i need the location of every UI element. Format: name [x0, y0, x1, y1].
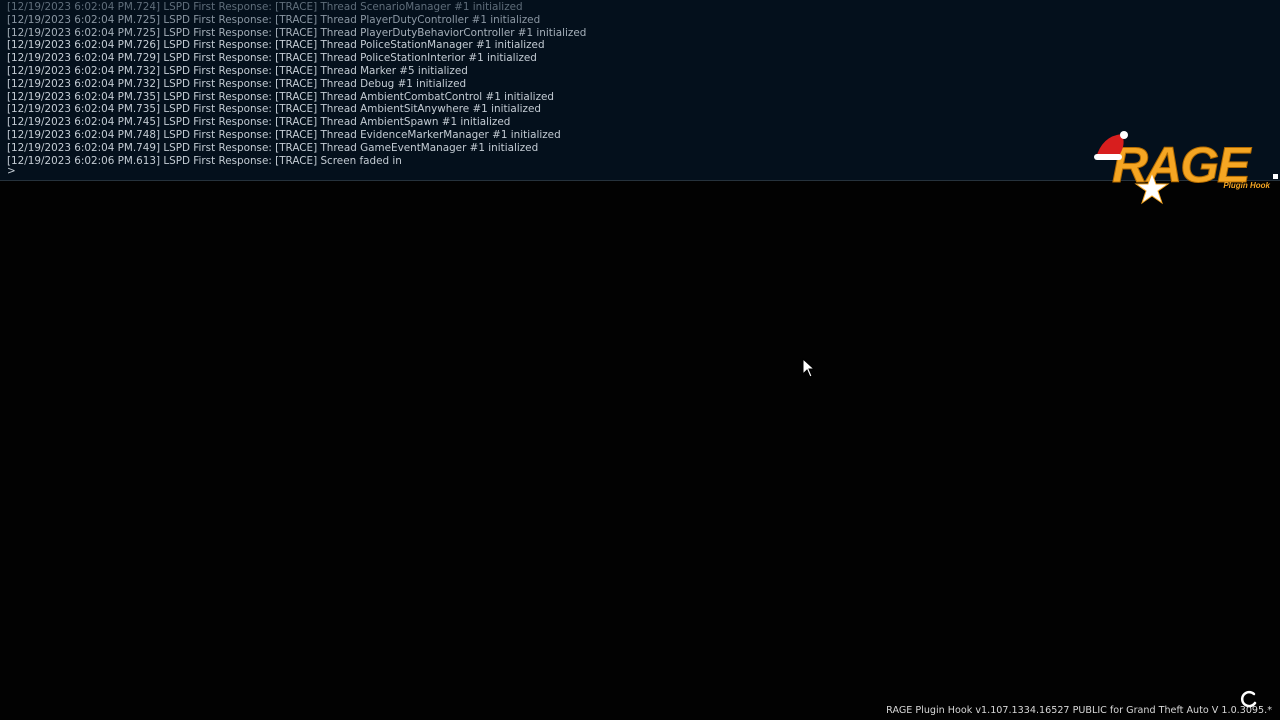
console-panel: [12/19/2023 6:02:04 PM.724] LSPD First R… [0, 0, 1280, 181]
version-label: RAGE Plugin Hook v1.107.1334.16527 PUBLI… [886, 705, 1272, 716]
log-line: [12/19/2023 6:02:04 PM.729] LSPD First R… [7, 52, 537, 65]
game-screen: [12/19/2023 6:02:04 PM.724] LSPD First R… [0, 0, 1280, 720]
logo-dot [1273, 174, 1278, 179]
log-line: [12/19/2023 6:02:04 PM.724] LSPD First R… [7, 1, 523, 13]
log-line: [12/19/2023 6:02:04 PM.748] LSPD First R… [7, 128, 561, 141]
log-line: [12/19/2023 6:02:04 PM.732] LSPD First R… [7, 64, 468, 77]
console-input[interactable]: > [7, 165, 16, 178]
logo-subtext: Plugin Hook [1223, 181, 1270, 190]
log-line: [12/19/2023 6:02:04 PM.745] LSPD First R… [7, 116, 511, 129]
mouse-pointer-icon [802, 358, 816, 378]
log-line: [12/19/2023 6:02:04 PM.735] LSPD First R… [7, 90, 555, 103]
console-log: [12/19/2023 6:02:04 PM.724] LSPD First R… [7, 1, 1087, 167]
loading-spinner-icon [1240, 690, 1257, 708]
log-line: [12/19/2023 6:02:04 PM.749] LSPD First R… [7, 141, 539, 154]
log-line: [12/19/2023 6:02:06 PM.613] LSPD First R… [7, 154, 402, 167]
rage-plugin-hook-logo: RAGE Plugin Hook [1094, 131, 1278, 205]
log-line: [12/19/2023 6:02:04 PM.732] LSPD First R… [7, 77, 467, 90]
log-line: [12/19/2023 6:02:04 PM.725] LSPD First R… [7, 13, 541, 26]
log-line: [12/19/2023 6:02:04 PM.725] LSPD First R… [7, 26, 587, 39]
log-line: [12/19/2023 6:02:04 PM.735] LSPD First R… [7, 103, 541, 116]
log-line: [12/19/2023 6:02:04 PM.726] LSPD First R… [7, 39, 545, 52]
